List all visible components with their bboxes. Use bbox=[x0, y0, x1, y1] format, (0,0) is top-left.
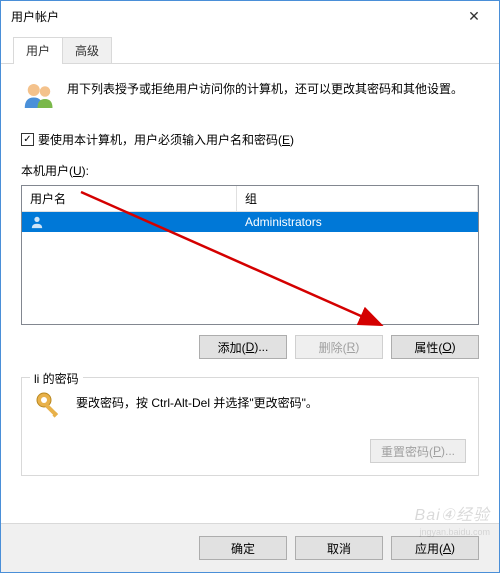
tab-advanced[interactable]: 高级 bbox=[63, 37, 112, 63]
checkbox-icon: ✓ bbox=[21, 133, 34, 146]
password-instruction: 要改密码，按 Ctrl-Alt-Del 并选择"更改密码"。 bbox=[76, 394, 318, 411]
users-listview[interactable]: 用户名 组 Administrators bbox=[21, 185, 479, 325]
password-groupbox: li 的密码 要改密码，按 Ctrl-Alt-Del 并选择"更改密码"。 重置… bbox=[21, 377, 479, 476]
key-icon bbox=[34, 390, 66, 425]
checkbox-label-after: ) bbox=[290, 133, 294, 147]
close-icon: ✕ bbox=[468, 8, 480, 25]
watermark-sub: jngyan.baidu.com bbox=[419, 527, 490, 537]
add-button[interactable]: 添加(D)... bbox=[199, 335, 287, 359]
user-button-row: 添加(D)... 删除(R) 属性(O) bbox=[21, 335, 479, 359]
close-button[interactable]: ✕ bbox=[453, 2, 495, 30]
checkbox-mnemonic: E bbox=[282, 133, 290, 147]
titlebar: 用户帐户 ✕ bbox=[1, 1, 499, 31]
tabstrip: 用户 高级 bbox=[1, 31, 499, 64]
user-icon bbox=[30, 215, 44, 229]
tab-users[interactable]: 用户 bbox=[13, 37, 63, 64]
watermark: Bai④经验 bbox=[415, 501, 490, 525]
window-title: 用户帐户 bbox=[11, 8, 453, 25]
cell-group: Administrators bbox=[237, 215, 478, 229]
reset-password-button[interactable]: 重置密码(P)... bbox=[370, 439, 466, 463]
column-group[interactable]: 组 bbox=[237, 186, 478, 211]
listview-header: 用户名 组 bbox=[22, 186, 478, 212]
table-row[interactable]: Administrators bbox=[22, 212, 478, 232]
apply-button[interactable]: 应用(A) bbox=[391, 536, 479, 560]
cancel-button[interactable]: 取消 bbox=[295, 536, 383, 560]
require-login-checkbox[interactable]: ✓ 要使用本计算机，用户必须输入用户名和密码(E) bbox=[21, 131, 479, 148]
checkbox-label-before: 要使用本计算机，用户必须输入用户名和密码( bbox=[38, 133, 282, 147]
description-text: 用下列表授予或拒绝用户访问你的计算机，还可以更改其密码和其他设置。 bbox=[67, 78, 479, 98]
content-pane: 用下列表授予或拒绝用户访问你的计算机，还可以更改其密码和其他设置。 ✓ 要使用本… bbox=[1, 64, 499, 523]
properties-button[interactable]: 属性(O) bbox=[391, 335, 479, 359]
column-username[interactable]: 用户名 bbox=[22, 186, 237, 211]
users-list-label: 本机用户(U): bbox=[21, 162, 479, 179]
users-icon bbox=[21, 78, 57, 117]
groupbox-title: li 的密码 bbox=[30, 370, 83, 387]
remove-button[interactable]: 删除(R) bbox=[295, 335, 383, 359]
ok-button[interactable]: 确定 bbox=[199, 536, 287, 560]
